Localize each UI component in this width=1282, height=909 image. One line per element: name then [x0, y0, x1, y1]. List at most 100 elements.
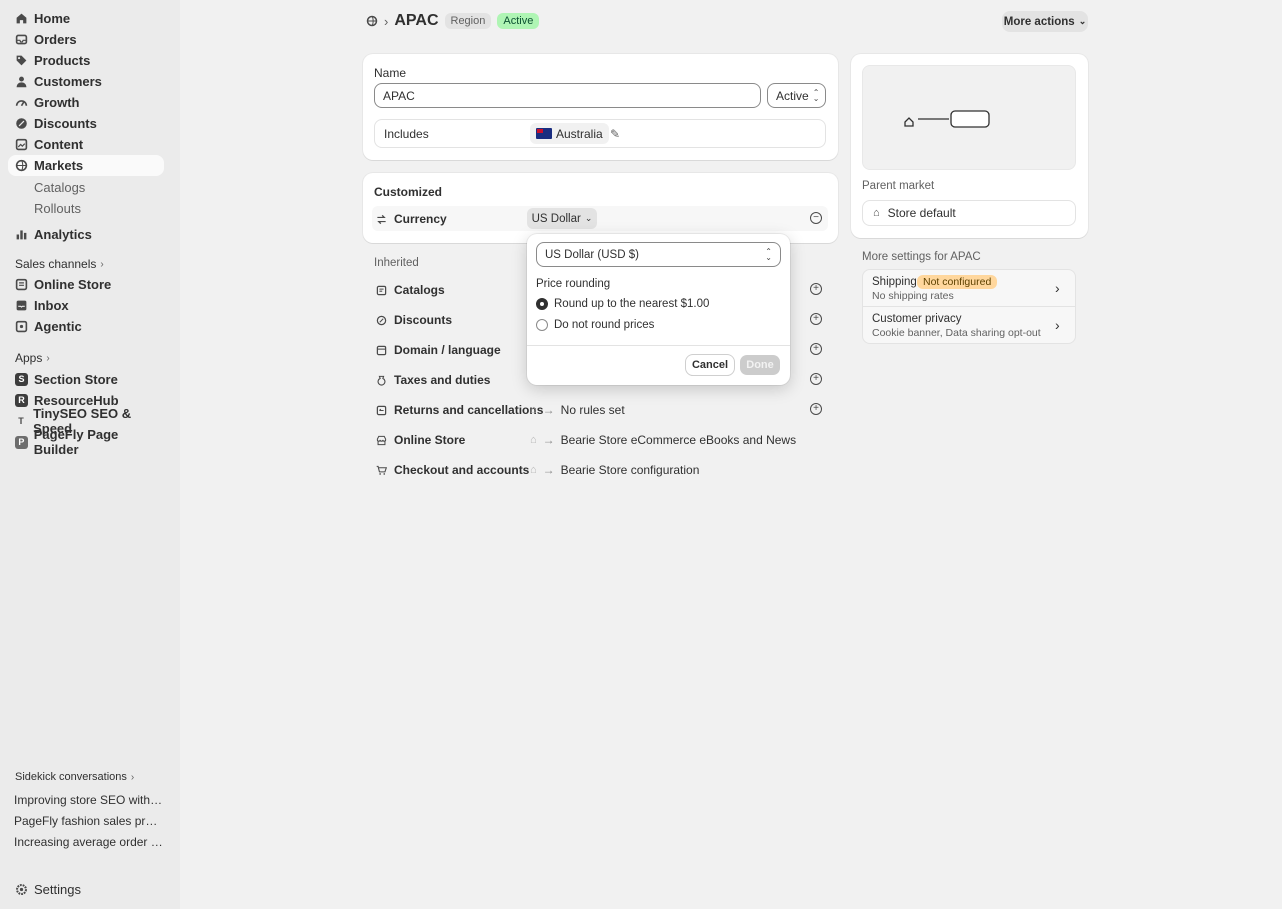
country-label: Australia	[556, 126, 603, 141]
sidebar-item-label: Agentic	[34, 318, 82, 334]
sidebar-item-growth[interactable]: Growth	[8, 92, 164, 112]
sidebar-app-section-store[interactable]: S Section Store	[8, 369, 164, 389]
sidekick-conversation[interactable]: Increasing average order value	[14, 835, 164, 849]
name-input[interactable]: APAC	[374, 83, 761, 108]
no-round-radio[interactable]	[536, 319, 548, 331]
privacy-title: Customer privacy	[872, 313, 962, 325]
includes-label: Includes	[384, 127, 429, 141]
sidebar-item-analytics[interactable]: Analytics	[8, 224, 164, 244]
chevron-down-icon: ⌄	[1078, 16, 1087, 26]
sidebar-item-label: Settings	[34, 881, 81, 897]
sidebar-item-inbox[interactable]: Inbox	[8, 295, 164, 315]
done-button[interactable]: Done	[740, 355, 780, 375]
catalog-icon	[376, 284, 387, 296]
sidebar-item-label: Section Store	[34, 371, 118, 387]
sidebar-app-pagefly[interactable]: P PageFly Page Builder	[8, 427, 164, 457]
taxes-icon	[376, 374, 387, 386]
sidebar-item-markets[interactable]: Markets	[8, 155, 164, 176]
chevron-right-icon: ›	[100, 258, 104, 270]
sidebar-item-agentic[interactable]: Agentic	[8, 316, 164, 336]
sidebar-item-label: Growth	[34, 94, 80, 110]
price-rounding-label: Price rounding	[536, 278, 611, 290]
status-badge: Active	[497, 13, 540, 29]
globe-icon	[15, 159, 28, 172]
sidebar-item-orders[interactable]: Orders	[8, 29, 164, 49]
inbox-icon	[15, 299, 28, 312]
divider	[527, 345, 790, 346]
apps-label: Apps	[15, 351, 43, 365]
online-store-value: Bearie Store eCommerce eBooks and News	[560, 433, 797, 447]
add-returns-icon[interactable]: +	[810, 403, 822, 415]
currency-exchange-icon	[376, 213, 387, 225]
no-round-label[interactable]: Do not round prices	[554, 319, 654, 331]
domain-icon	[376, 344, 387, 356]
store-icon: ⌂	[530, 434, 537, 446]
content-icon	[15, 138, 28, 151]
sidebar-subitem-catalogs[interactable]: Catalogs	[34, 180, 85, 195]
add-discounts-icon[interactable]: +	[810, 313, 822, 325]
returns-value: No rules set	[560, 403, 625, 417]
sidebar-item-content[interactable]: Content	[8, 134, 164, 154]
currency-select[interactable]: US Dollar (USD $) ⌃ ⌄	[536, 242, 781, 267]
cart-icon	[376, 464, 388, 475]
chevron-right-icon: ›	[1055, 280, 1060, 296]
inherited-row-label: Discounts	[394, 313, 453, 327]
sidekick-conversation[interactable]: PageFly fashion sales promotion	[14, 814, 164, 828]
shipping-status-badge: Not configured	[917, 275, 998, 289]
edit-pencil-icon[interactable]: ✎	[610, 127, 620, 141]
add-catalogs-icon[interactable]: +	[810, 283, 822, 295]
section-store-app-icon: S	[15, 372, 28, 386]
sales-channels-label: Sales channels	[15, 257, 97, 271]
sidebar-item-home[interactable]: Home	[8, 8, 164, 28]
sidekick-label: Sidekick conversations	[15, 771, 127, 783]
person-icon	[15, 75, 28, 88]
select-arrows-icon: ⌃ ⌄	[812, 87, 820, 103]
inherited-row-value: ⌂ → Bearie Store configuration	[530, 463, 699, 477]
cancel-button[interactable]: Cancel	[686, 355, 734, 375]
inherited-row-label: Taxes and duties	[394, 373, 491, 387]
checkout-value: Bearie Store configuration	[560, 463, 700, 477]
sidekick-conversation[interactable]: Improving store SEO with TinySEO	[14, 793, 164, 807]
resourcehub-app-icon: R	[15, 393, 28, 407]
sidebar-item-online-store[interactable]: Online Store	[8, 274, 164, 294]
country-chip[interactable]: Australia	[530, 123, 609, 144]
sidebar-item-settings[interactable]: Settings	[8, 879, 164, 899]
customized-label: Customized	[374, 185, 443, 199]
sidebar-item-label: Inbox	[34, 297, 69, 313]
sidebar-item-label: Content	[34, 136, 84, 152]
status-select[interactable]: Active ⌃ ⌄	[767, 83, 826, 108]
sidebar-item-label: Markets	[34, 158, 84, 173]
privacy-subtitle: Cookie banner, Data sharing opt-out	[872, 327, 1041, 339]
add-domain-icon[interactable]: +	[810, 343, 822, 355]
sidebar-item-products[interactable]: Products	[8, 50, 164, 70]
currency-dropdown[interactable]: US Dollar ⌄	[527, 208, 597, 229]
store-icon: ⌂	[530, 464, 537, 476]
australia-flag-icon	[536, 128, 552, 139]
apps-header[interactable]: Apps ›	[15, 351, 50, 365]
remove-currency-icon[interactable]: −	[810, 212, 822, 224]
parent-market-name: Store default	[887, 206, 956, 220]
market-diagram	[862, 65, 1076, 170]
sidebar-item-discounts[interactable]: Discounts	[8, 113, 164, 133]
sidebar: Home Orders Products Customers Growth Di…	[0, 0, 180, 909]
chevron-down-icon: ⌄	[584, 213, 593, 223]
breadcrumb-chevron-icon: ›	[384, 13, 389, 29]
sidebar-item-label: Products	[34, 52, 91, 68]
shipping-subtitle: No shipping rates	[872, 290, 954, 302]
sales-channels-header[interactable]: Sales channels ›	[15, 257, 104, 271]
sidekick-header[interactable]: Sidekick conversations ›	[15, 771, 134, 783]
currency-label: Currency	[394, 212, 447, 226]
round-up-label[interactable]: Round up to the nearest $1.00	[554, 298, 709, 310]
parent-market-value[interactable]: ⌂ Store default	[862, 200, 1076, 226]
sidebar-subitem-rollouts[interactable]: Rollouts	[34, 201, 81, 216]
inherited-row-label: Checkout and accounts	[394, 463, 530, 477]
sidebar-item-customers[interactable]: Customers	[8, 71, 164, 91]
more-actions-button[interactable]: More actions ⌄	[1002, 11, 1088, 32]
add-taxes-icon[interactable]: +	[810, 373, 822, 385]
arrow-right-icon: →	[542, 433, 555, 447]
inherited-row-label: Catalogs	[394, 283, 445, 297]
status-select-value: Active	[776, 88, 809, 103]
round-up-radio[interactable]	[536, 298, 548, 310]
globe-icon[interactable]	[366, 15, 378, 27]
page-header: › APAC Region Active	[366, 12, 540, 30]
